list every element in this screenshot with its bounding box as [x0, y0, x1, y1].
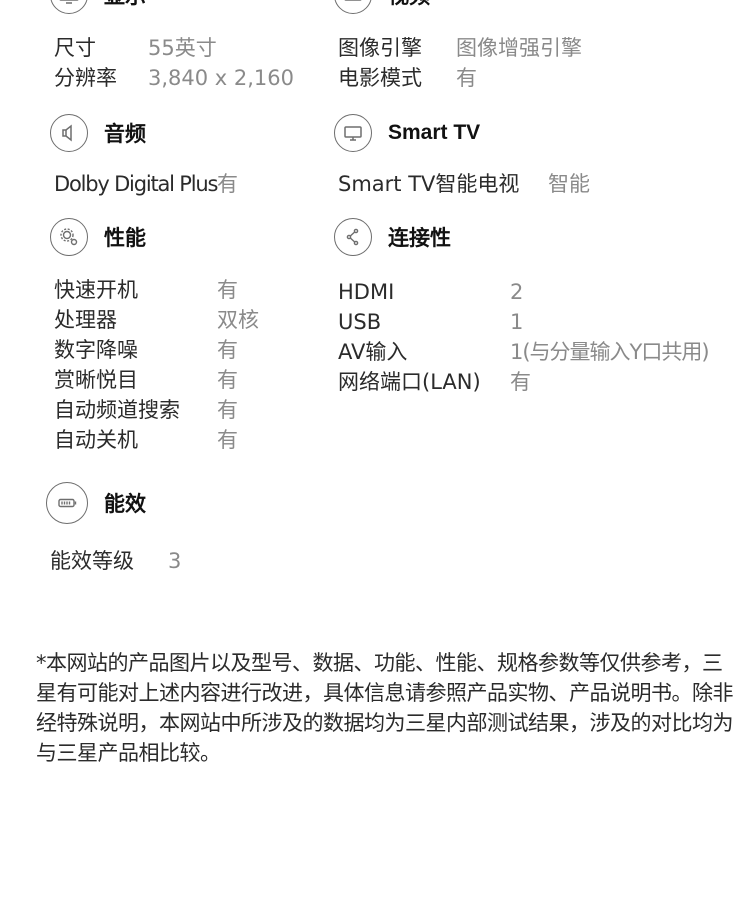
display-icon: [50, 0, 88, 14]
section-title-smart-tv: Smart TV: [388, 121, 481, 144]
spec-value: 有: [510, 370, 531, 394]
disclaimer-text: *本网站的产品图片以及型号、数据、功能、性能、规格参数等仅供参考，三星有可能对上…: [36, 651, 734, 765]
spec-value: 有: [217, 172, 238, 196]
section-title-connectivity: 连接性: [388, 227, 451, 250]
spec-value: 图像增强引擎: [456, 36, 582, 60]
spec-value: 双核: [217, 308, 259, 332]
spec-value: 有: [217, 368, 238, 392]
section-title-audio: 音频: [104, 123, 146, 146]
spec-value: 1(与分量输入Y口共用): [510, 340, 710, 364]
battery-icon: [46, 482, 88, 524]
smart-tv-icon: [334, 114, 372, 152]
spec-value: 智能: [548, 172, 590, 196]
section-header-connectivity: 连接性: [334, 218, 451, 256]
section-header-performance: 性能: [50, 218, 146, 256]
spec-label: 快速开机: [54, 278, 138, 302]
section-title-performance: 性能: [104, 227, 146, 250]
section-header-audio: 音频: [50, 114, 146, 152]
spec-label: Dolby Digital Plus: [54, 172, 218, 196]
spec-value: 1: [510, 310, 524, 334]
spec-label: 尺寸: [54, 36, 96, 60]
spec-value: 2: [510, 280, 524, 304]
spec-label: 自动频道搜索: [54, 398, 180, 422]
spec-label: HDMI: [338, 280, 395, 304]
section-header-smart-tv: Smart TV: [334, 114, 480, 152]
section-title-display: 显示: [104, 0, 146, 10]
gear-icon: [50, 218, 88, 256]
spec-value: 有: [217, 278, 238, 302]
spec-label: 赏晰悦目: [54, 368, 138, 392]
spec-value: 有: [456, 66, 477, 90]
section-header-display: 显示: [50, 0, 146, 14]
spec-label: USB: [338, 310, 382, 334]
spec-value: 3,840 x 2,160: [148, 66, 295, 90]
share-icon: [334, 218, 372, 256]
spec-label: 网络端口(LAN): [338, 370, 481, 394]
section-header-energy: 能效: [46, 482, 146, 524]
spec-value: 有: [217, 428, 238, 452]
video-icon: [334, 0, 372, 14]
section-title-energy: 能效: [104, 493, 146, 516]
spec-label: Smart TV智能电视: [338, 172, 520, 196]
speaker-icon: [50, 114, 88, 152]
spec-value: 有: [217, 398, 238, 422]
spec-label: 图像引擎: [338, 36, 422, 60]
spec-value: 55英寸: [148, 36, 217, 60]
spec-value: 3: [168, 549, 182, 573]
spec-label: 数字降噪: [54, 338, 138, 362]
spec-label: 能效等级: [50, 549, 134, 573]
spec-label: 处理器: [54, 308, 117, 332]
spec-value: 有: [217, 338, 238, 362]
spec-label: AV输入: [338, 340, 408, 364]
spec-label: 自动关机: [54, 428, 138, 452]
spec-label: 电影模式: [338, 66, 422, 90]
section-title-video: 视频: [388, 0, 430, 10]
spec-label: 分辨率: [54, 66, 117, 90]
section-header-video: 视频: [334, 0, 430, 14]
